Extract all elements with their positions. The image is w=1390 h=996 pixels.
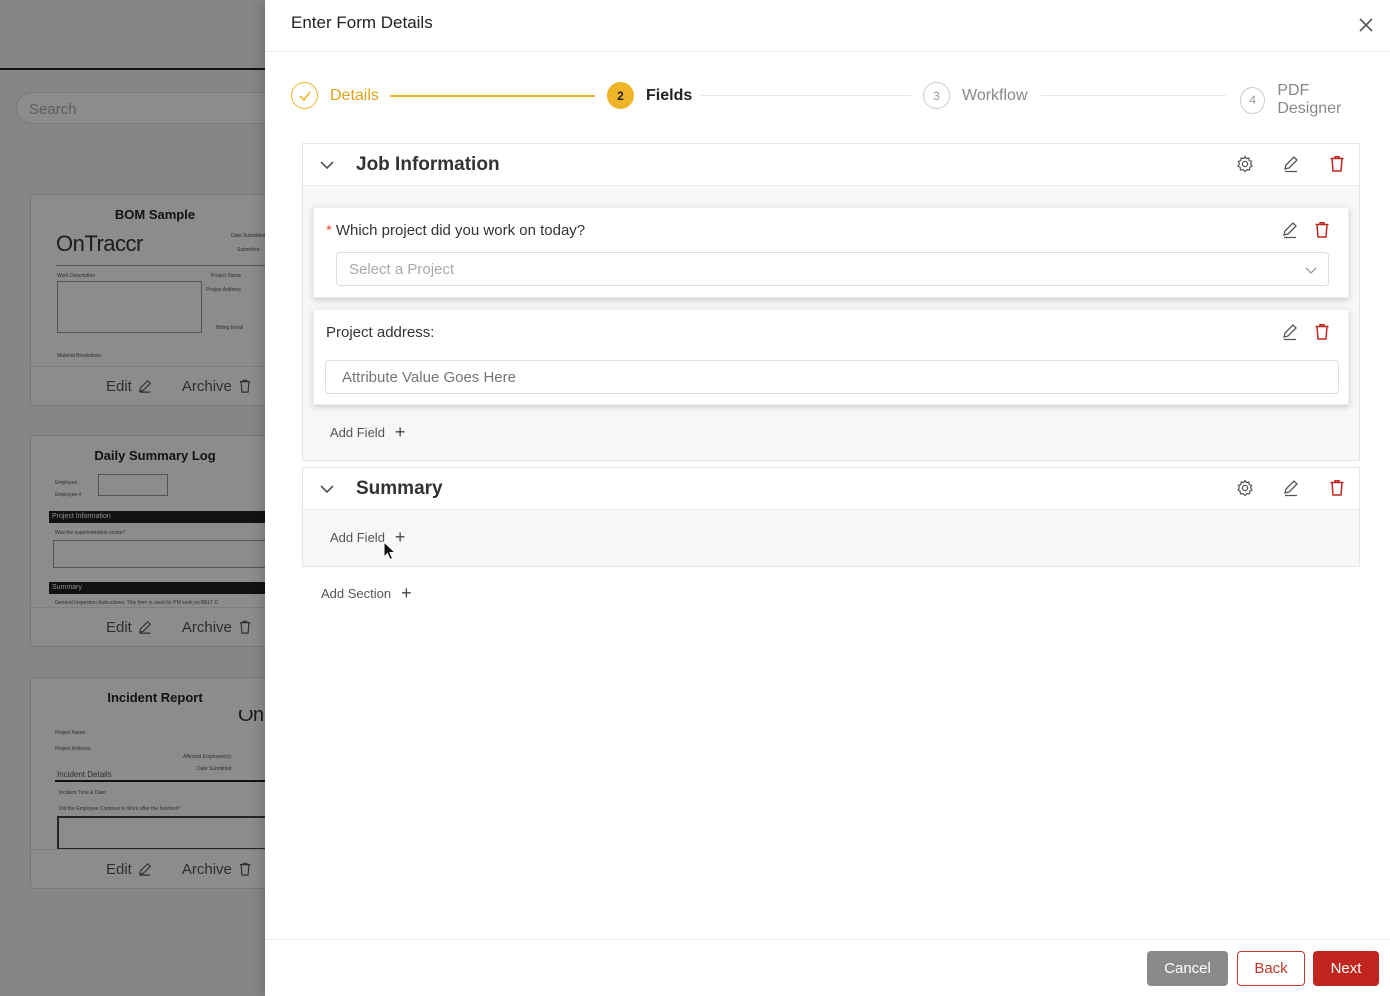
- trash-icon: [1315, 222, 1329, 238]
- field-label: * Which project did you work on today?: [326, 222, 585, 239]
- next-button[interactable]: Next: [1313, 951, 1379, 986]
- section-header: Job Information: [303, 144, 1359, 186]
- check-icon: [291, 82, 318, 109]
- project-address-input[interactable]: [325, 360, 1339, 394]
- section-job-information: Job Information * Which project did you w…: [302, 143, 1360, 461]
- step-fields[interactable]: 2 Fields: [607, 82, 692, 109]
- section-edit-button[interactable]: [1282, 155, 1300, 173]
- required-marker: *: [326, 222, 332, 239]
- pencil-icon: [1283, 222, 1297, 239]
- pencil-icon: [1283, 324, 1297, 341]
- step-details[interactable]: Details: [291, 82, 379, 109]
- step-connector: [701, 95, 911, 96]
- section-delete-button[interactable]: [1328, 479, 1346, 497]
- step-number: 3: [923, 82, 950, 109]
- step-label: Workflow: [962, 86, 1028, 104]
- step-label: PDF Designer: [1277, 82, 1342, 117]
- add-section-label: Add Section: [321, 586, 392, 601]
- add-section-button[interactable]: Add Section +: [321, 583, 412, 603]
- section-settings-button[interactable]: [1236, 155, 1254, 173]
- step-connector: [1041, 95, 1226, 96]
- drawer-header: Enter Form Details: [265, 0, 1390, 52]
- pencil-icon: [1284, 480, 1298, 497]
- form-details-drawer: Enter Form Details Details 2 Fields 3 Wo…: [265, 0, 1390, 996]
- field-card-project-address: Project address:: [313, 309, 1349, 405]
- field-card-project-select: * Which project did you work on today? Se…: [313, 207, 1349, 298]
- step-number: 4: [1240, 86, 1266, 114]
- gear-icon: [1237, 479, 1253, 497]
- step-workflow[interactable]: 3 Workflow: [923, 82, 1028, 109]
- chevron-down-icon[interactable]: [318, 156, 336, 174]
- add-field-label: Add Field: [330, 425, 385, 440]
- plus-icon: +: [394, 422, 406, 442]
- section-header: Summary: [303, 468, 1359, 510]
- drawer-title: Enter Form Details: [291, 13, 433, 32]
- add-field-label: Add Field: [330, 530, 385, 545]
- plus-icon: +: [401, 583, 412, 603]
- field-delete-button[interactable]: [1313, 221, 1331, 239]
- trash-icon: [1315, 324, 1329, 340]
- close-icon: [1359, 18, 1373, 32]
- step-label: Details: [330, 86, 379, 104]
- section-title: Summary: [356, 478, 443, 499]
- step-label: Fields: [646, 86, 693, 104]
- trash-icon: [1330, 480, 1344, 496]
- section-title: Job Information: [356, 154, 500, 175]
- select-placeholder: Select a Project: [349, 261, 455, 278]
- step-number: 2: [607, 82, 634, 109]
- step-pdf-designer[interactable]: 4 PDF Designer: [1240, 82, 1371, 118]
- pencil-icon: [1284, 156, 1298, 173]
- step-connector: [390, 95, 595, 97]
- gear-icon: [1237, 155, 1253, 173]
- chevron-down-icon[interactable]: [318, 480, 336, 498]
- field-label: Project address:: [326, 324, 435, 341]
- chevron-down-icon: [1305, 267, 1317, 274]
- section-settings-button[interactable]: [1236, 479, 1254, 497]
- field-edit-button[interactable]: [1281, 221, 1299, 239]
- steps-progress: Details 2 Fields 3 Workflow 4 PDF Design…: [291, 82, 1371, 117]
- mouse-cursor-icon: [383, 541, 397, 561]
- close-button[interactable]: [1355, 14, 1377, 36]
- trash-icon: [1330, 156, 1344, 172]
- back-button[interactable]: Back: [1237, 951, 1305, 986]
- section-edit-button[interactable]: [1282, 479, 1300, 497]
- field-delete-button[interactable]: [1313, 323, 1331, 341]
- field-label-text: Which project did you work on today?: [335, 222, 586, 239]
- field-edit-button[interactable]: [1281, 323, 1299, 341]
- add-field-button[interactable]: Add Field +: [330, 422, 406, 442]
- section-delete-button[interactable]: [1328, 155, 1346, 173]
- section-summary: Summary Add Field +: [302, 467, 1360, 567]
- project-select[interactable]: Select a Project: [336, 252, 1329, 286]
- drawer-footer: Cancel Back Next: [265, 939, 1390, 996]
- cancel-button[interactable]: Cancel: [1147, 951, 1228, 986]
